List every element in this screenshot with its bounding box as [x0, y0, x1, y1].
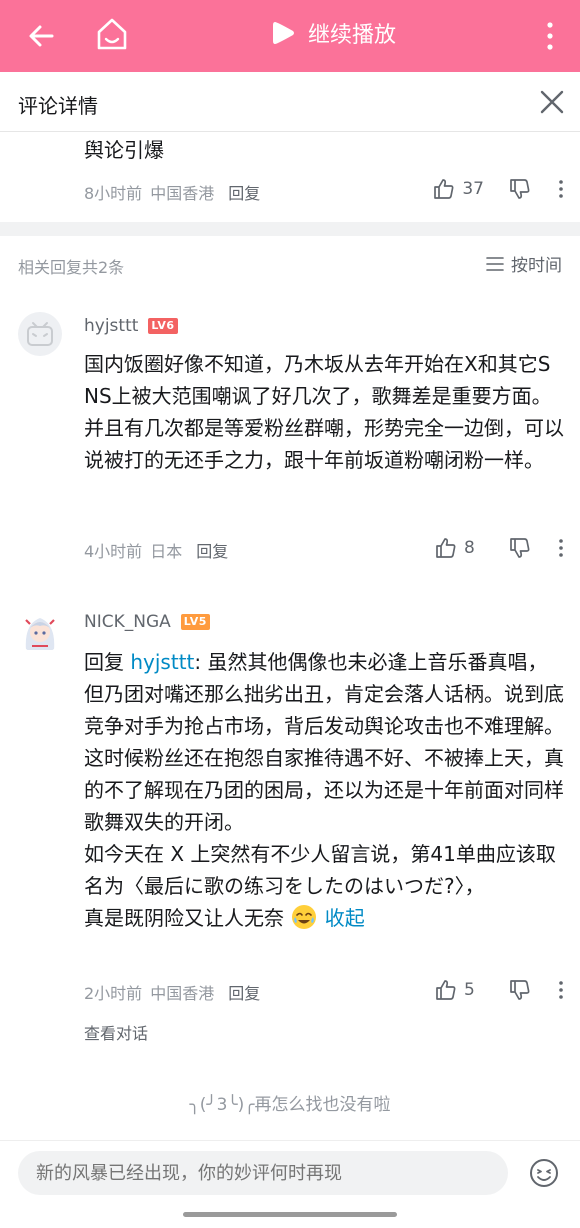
comment-time: 4小时前	[84, 542, 143, 561]
continue-play-button[interactable]: 继续播放	[268, 18, 396, 48]
section-divider	[0, 222, 580, 236]
mention-link[interactable]: hyjsttt	[130, 650, 194, 674]
comment-time: 8小时前	[84, 184, 143, 203]
reply-text: 国内饭圈好像不知道，乃木坂从去年开始在X和其它SNS上被大范围嘲讽了好几次了，歌…	[84, 352, 564, 472]
comment-location: 中国香港	[150, 184, 215, 203]
default-avatar-icon	[27, 322, 53, 346]
emoji-face-icon[interactable]	[528, 1157, 560, 1189]
parent-comment-actions: 37	[432, 177, 566, 201]
more-vertical-icon[interactable]	[556, 177, 566, 201]
parent-comment-text: 舆论引爆	[84, 138, 164, 162]
reply-meta: 4小时前 日本 回复	[84, 538, 228, 562]
username[interactable]: hyjsttt LV6	[84, 316, 178, 336]
username-text: hyjsttt	[84, 316, 139, 336]
reply-actions: 5	[434, 978, 566, 1002]
like-count: 8	[464, 538, 475, 558]
end-of-list-note: ╮(╯3╰)╭再怎么找也没有啦	[189, 1095, 391, 1115]
reply-prefix: 回复	[84, 650, 131, 674]
close-icon[interactable]	[538, 88, 566, 116]
comment-location: 日本	[150, 542, 183, 561]
play-icon	[273, 22, 294, 44]
reply-text-part1: : 虽然其他偶像也未必逢上音乐番真唱，但乃团对嘴还那么拙劣出丑，肯定会落人话柄。…	[84, 650, 564, 834]
more-vertical-icon[interactable]	[556, 978, 566, 1002]
replies-header: 相关回复共2条 按时间	[0, 236, 580, 290]
reply-text-part3: 真是既阴险又让人无奈	[84, 906, 284, 930]
avatar[interactable]	[18, 312, 62, 356]
like-count: 37	[462, 179, 484, 199]
back-arrow-icon[interactable]	[24, 18, 60, 54]
level-badge: LV6	[148, 318, 178, 334]
reply-text: 回复 hyjsttt: 虽然其他偶像也未必逢上音乐番真唱，但乃团对嘴还那么拙劣出…	[84, 646, 564, 934]
reply-button[interactable]: 回复	[228, 180, 260, 204]
sort-button[interactable]: 按时间	[485, 251, 562, 276]
top-bar: 继续播放	[0, 0, 580, 72]
thumbs-down-icon[interactable]	[508, 978, 532, 1002]
reply-meta: 2小时前 中国香港 回复	[84, 980, 260, 1004]
reply-actions: 8	[434, 536, 566, 560]
more-vertical-icon[interactable]	[540, 16, 560, 56]
username[interactable]: NICK_NGA LV5	[84, 612, 210, 632]
level-badge: LV5	[180, 614, 210, 630]
anime-avatar-icon	[25, 618, 55, 650]
continue-play-label: 继续播放	[308, 23, 397, 48]
reply-button[interactable]: 回复	[196, 538, 228, 562]
parent-comment-meta: 8小时前 中国香港 回复	[84, 180, 260, 204]
comment-detail-header: 评论详情	[0, 72, 580, 132]
crying-laugh-emoji-icon	[292, 905, 317, 929]
thumbs-down-icon[interactable]	[508, 536, 532, 560]
username-text: NICK_NGA	[84, 612, 171, 632]
parent-comment: 舆论引爆 8小时前 中国香港 回复 37	[0, 132, 580, 222]
collapse-link[interactable]: 收起	[325, 906, 365, 930]
more-vertical-icon[interactable]	[556, 536, 566, 560]
thumbs-down-icon[interactable]	[508, 177, 532, 201]
home-indicator	[183, 1212, 397, 1217]
reply-count-label: 相关回复共2条	[18, 258, 125, 277]
thumbs-up-icon[interactable]	[434, 536, 458, 560]
page-title: 评论详情	[18, 94, 98, 118]
comment-time: 2小时前	[84, 984, 143, 1003]
avatar[interactable]	[18, 610, 62, 654]
view-conversation-link[interactable]: 查看对话	[84, 1020, 148, 1044]
sort-lines-icon	[486, 256, 504, 271]
comment-location: 中国香港	[150, 984, 215, 1003]
sort-label: 按时间	[511, 256, 562, 276]
like-count: 5	[464, 980, 475, 1000]
home-icon[interactable]	[94, 14, 130, 54]
reply-text-part2: 如今天在 X 上突然有不少人留言说，第41单曲应该取名为〈最后に歌の练习をしたの…	[84, 842, 556, 898]
thumbs-up-icon[interactable]	[434, 978, 458, 1002]
comment-input[interactable]	[18, 1151, 508, 1195]
reply-button[interactable]: 回复	[228, 980, 260, 1004]
thumbs-up-icon[interactable]	[432, 177, 456, 201]
